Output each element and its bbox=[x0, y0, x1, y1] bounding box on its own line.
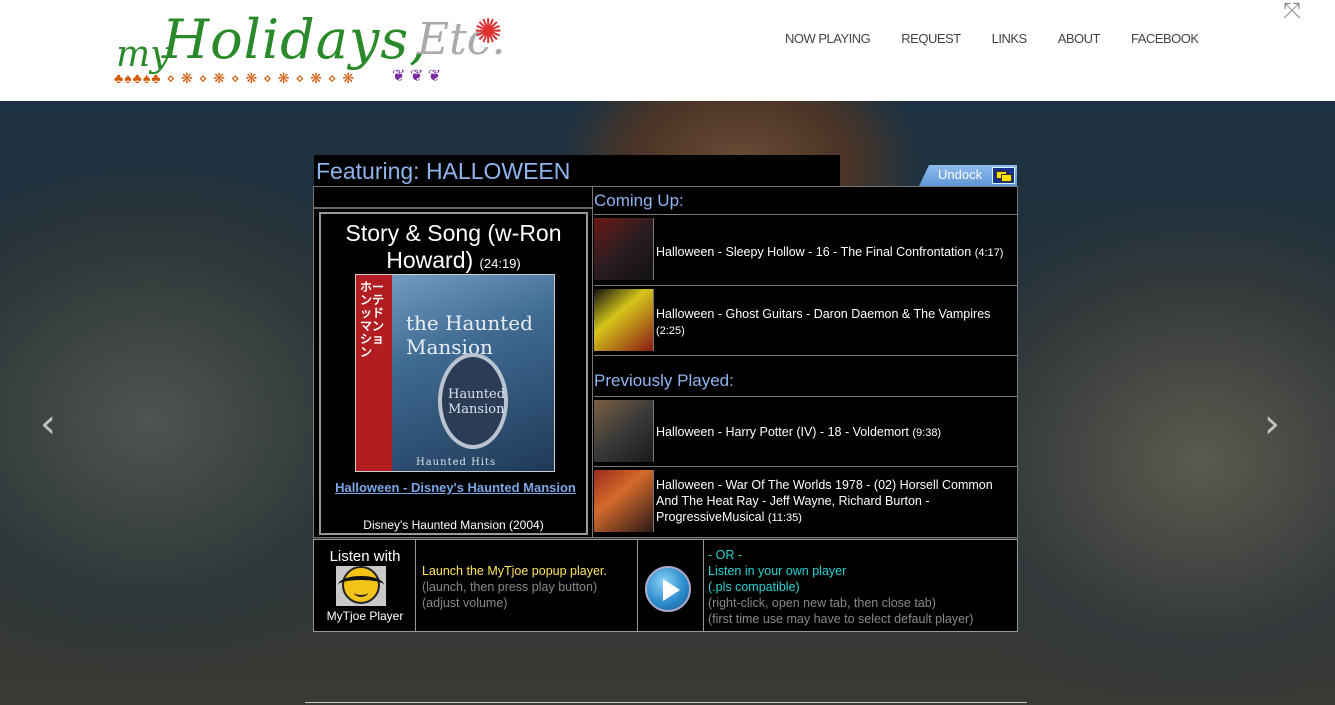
undock-windows-icon bbox=[992, 167, 1015, 184]
own-player-link[interactable]: Listen in your own player bbox=[708, 564, 846, 578]
track-thumbnail bbox=[594, 400, 654, 462]
launch-hint: (launch, then press play button) bbox=[422, 580, 598, 594]
track-title: Halloween - Sleepy Hollow - 16 - The Fin… bbox=[656, 245, 1004, 259]
mardi-gras-masks-icon: ❦ ❦ ❦ bbox=[392, 68, 442, 85]
player-table: Story & Song (w-Ron Howard) (24:19) ホーンテ… bbox=[313, 186, 1018, 538]
mytjoe-player-cell[interactable]: Listen with MyTjoe Player bbox=[314, 540, 416, 631]
undock-button[interactable]: Undock bbox=[919, 165, 1017, 186]
now-playing-track: Story & Song (w-Ron Howard) bbox=[345, 220, 562, 273]
album-art-title: the Haunted Mansion bbox=[406, 311, 533, 359]
launch-popup-link[interactable]: Launch the MyTjoe popup player. bbox=[422, 564, 607, 578]
now-playing-title: Story & Song (w-Ron Howard) (24:19) bbox=[321, 220, 586, 277]
nav-now-playing[interactable]: NOW PLAYING bbox=[785, 31, 871, 46]
listen-with-label: Listen with bbox=[329, 548, 401, 565]
track-title: Halloween - War Of The Worlds 1978 - (02… bbox=[656, 478, 993, 524]
album-art-subtitle: Haunted Hits bbox=[416, 457, 497, 468]
now-playing-column: Story & Song (w-Ron Howard) (24:19) ホーンテ… bbox=[314, 187, 593, 537]
slide-next-arrow-icon[interactable]: › bbox=[1264, 401, 1280, 447]
site-logo[interactable]: my Holidays, Etc. ✺ ♣♠♣♠♣ ⋄ ❋ ⋄ ❋ ⋄ ❋ ⋄ … bbox=[112, 8, 512, 92]
track-title: Halloween - Harry Potter (IV) - 18 - Vol… bbox=[656, 425, 942, 439]
play-cell[interactable] bbox=[638, 540, 704, 631]
pls-compatible-link[interactable]: (.pls compatible) bbox=[708, 580, 800, 594]
track-thumbnail bbox=[594, 470, 654, 532]
play-icon[interactable] bbox=[645, 566, 691, 612]
album-link[interactable]: Halloween - Disney's Haunted Mansion bbox=[331, 475, 580, 501]
previously-played-label: Previously Played: bbox=[594, 371, 734, 390]
fullscreen-expand-icon[interactable]: ⤧ bbox=[1280, 0, 1304, 22]
main-nav: NOW PLAYING REQUEST LINKS ABOUT FACEBOOK bbox=[785, 31, 1230, 46]
launch-popup-cell[interactable]: Launch the MyTjoe popup player. (launch,… bbox=[416, 540, 638, 631]
site-header: my Holidays, Etc. ✺ ♣♠♣♠♣ ⋄ ❋ ⋄ ❋ ⋄ ❋ ⋄ … bbox=[0, 0, 1335, 101]
nav-request[interactable]: REQUEST bbox=[901, 31, 961, 46]
volume-hint: (adjust volume) bbox=[422, 596, 508, 610]
default-player-hint: (first time use may have to select defau… bbox=[708, 612, 974, 626]
slide-prev-arrow-icon[interactable]: ‹ bbox=[40, 401, 56, 447]
mytjoe-player-label: MyTjoe Player bbox=[326, 609, 404, 623]
track-thumbnail bbox=[594, 289, 654, 351]
or-separator: - OR - bbox=[708, 548, 743, 562]
listen-bar: Listen with MyTjoe Player Launch the MyT… bbox=[313, 539, 1018, 632]
now-playing-duration: (24:19) bbox=[479, 256, 521, 271]
queue-column: Coming Up: Halloween - Sleepy Hollow - 1… bbox=[594, 187, 1017, 537]
album-obi-strip: ホーンテッドマンション bbox=[356, 275, 392, 471]
album-art-crest: Haunted Mansion bbox=[438, 353, 508, 449]
track-title: Halloween - Ghost Guitars - Daron Daemon… bbox=[656, 307, 991, 337]
track-thumbnail bbox=[594, 218, 654, 280]
firework-icon: ✺ bbox=[474, 13, 503, 51]
list-item[interactable]: Halloween - Ghost Guitars - Daron Daemon… bbox=[594, 285, 1017, 355]
coming-up-header: Coming Up: bbox=[594, 187, 1017, 213]
featuring-title: Featuring: HALLOWEEN bbox=[316, 158, 571, 184]
coming-up-label: Coming Up: bbox=[594, 191, 684, 210]
list-item[interactable]: Halloween - Sleepy Hollow - 16 - The Fin… bbox=[594, 214, 1017, 285]
now-playing-header bbox=[314, 187, 592, 209]
logo-holidays: Holidays, bbox=[162, 8, 428, 71]
now-playing-box: Story & Song (w-Ron Howard) (24:19) ホーンテ… bbox=[319, 212, 588, 535]
own-player-hint: (right-click, open new tab, then close t… bbox=[708, 596, 936, 610]
featuring-bar: Featuring: HALLOWEEN bbox=[314, 155, 840, 186]
album-subtitle: Disney's Haunted Mansion (2004) bbox=[363, 518, 544, 532]
undock-label: Undock bbox=[938, 167, 983, 182]
previously-played-header: Previously Played: bbox=[594, 355, 1017, 396]
divider bbox=[305, 702, 1027, 703]
list-item[interactable]: Halloween - Harry Potter (IV) - 18 - Vol… bbox=[594, 396, 1017, 466]
nav-facebook[interactable]: FACEBOOK bbox=[1131, 31, 1199, 46]
nav-about[interactable]: ABOUT bbox=[1058, 31, 1101, 46]
mytjoe-smiley-icon bbox=[336, 566, 386, 606]
own-player-cell: - OR - Listen in your own player (.pls c… bbox=[704, 540, 1017, 631]
album-art: ホーンテッドマンション the Haunted Mansion Haunted … bbox=[355, 274, 555, 472]
nav-links[interactable]: LINKS bbox=[992, 31, 1028, 46]
holiday-lights-icon: ♣♠♣♠♣ ⋄ ❋ ⋄ ❋ ⋄ ❋ ⋄ ❋ ⋄ ❋ ⋄ ❋ bbox=[114, 70, 356, 86]
list-item[interactable]: Halloween - War Of The Worlds 1978 - (02… bbox=[594, 466, 1017, 537]
